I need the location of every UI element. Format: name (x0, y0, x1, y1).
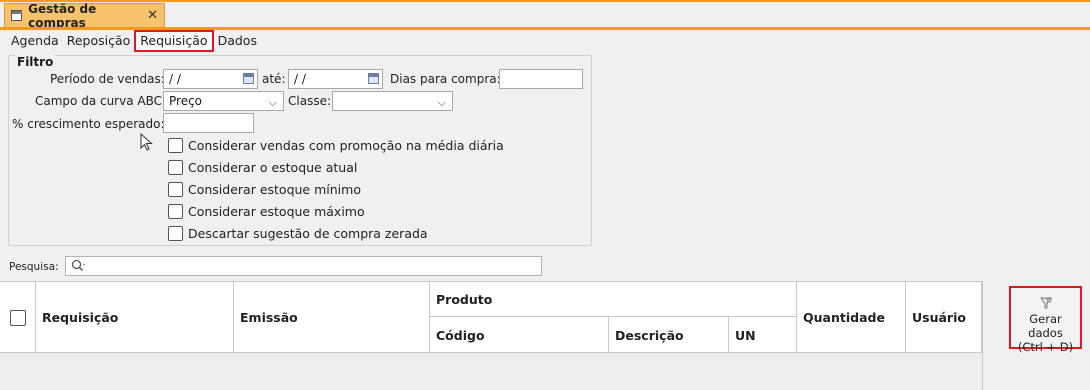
document-tab-title: Gestão de compras (28, 1, 97, 30)
checkbox-label: Considerar estoque mínimo (188, 182, 361, 197)
checkbox-promocao[interactable]: Considerar vendas com promoção na média … (168, 138, 504, 153)
mouse-cursor-icon (140, 133, 153, 151)
column-header-emissao[interactable]: Emissão (234, 282, 430, 353)
column-header-codigo[interactable]: Código (430, 317, 609, 353)
search-icon (71, 259, 87, 276)
checkbox-descartar-zerada[interactable]: Descartar sugestão de compra zerada (168, 226, 428, 241)
checkbox-box[interactable] (168, 204, 183, 219)
search-input[interactable] (65, 256, 542, 276)
checkbox-box[interactable] (168, 138, 183, 153)
requisition-grid: Requisição Emissão Produto Código Descri… (0, 281, 982, 390)
column-header-descricao[interactable]: Descrição (609, 317, 729, 353)
classe-select[interactable]: ⌵ (332, 91, 453, 111)
classe-label: Classe: (288, 94, 331, 108)
column-header-produto: Produto (430, 282, 797, 317)
gerar-dados-label: Gerar dados (1028, 312, 1063, 340)
crescimento-label: % crescimento esperado: (12, 117, 165, 131)
tab-dados[interactable]: Dados (214, 30, 261, 52)
tab-reposicao[interactable]: Reposição (63, 30, 135, 52)
select-all-checkbox[interactable] (9, 309, 26, 326)
generate-data-icon (1039, 296, 1053, 309)
curva-label: Campo da curva ABC: (35, 94, 167, 108)
checkbox-label: Considerar estoque máximo (188, 204, 365, 219)
column-header-usuario[interactable]: Usuário (906, 282, 982, 353)
calendar-icon[interactable] (243, 73, 254, 84)
gerar-dados-shortcut: (Ctrl + D) (1017, 340, 1074, 354)
crescimento-field[interactable] (163, 113, 254, 133)
gerar-dados-button[interactable]: Gerar dados (Ctrl + D) (1009, 286, 1082, 354)
curva-value: Preço (169, 94, 203, 108)
checkbox-estoque-atual[interactable]: Considerar o estoque atual (168, 160, 357, 175)
document-tab[interactable]: Gestão de compras ✕ (4, 1, 165, 30)
dias-label: Dias para compra: (390, 72, 501, 86)
select-all-cell (0, 282, 36, 353)
checkbox-label: Descartar sugestão de compra zerada (188, 226, 428, 241)
periodo-to-field[interactable]: / / (288, 69, 383, 89)
checkbox-label: Considerar o estoque atual (188, 160, 358, 175)
periodo-from-field[interactable]: / / (163, 69, 258, 89)
window-icon (11, 10, 23, 21)
window-accent-line (0, 0, 1090, 2)
column-header-quantidade[interactable]: Quantidade (797, 282, 906, 353)
periodo-label: Período de vendas: (50, 72, 165, 86)
grid-header: Requisição Emissão Produto Código Descri… (0, 282, 982, 353)
checkbox-label: Considerar vendas com promoção na média … (188, 138, 504, 153)
filter-title: Filtro (15, 55, 56, 69)
chevron-down-icon: ⌵ (268, 96, 277, 109)
search-label: Pesquisa: (9, 261, 59, 273)
checkbox-estoque-maximo[interactable]: Considerar estoque máximo (168, 204, 365, 219)
tab-requisicao[interactable]: Requisição (134, 30, 214, 52)
checkbox-box[interactable] (168, 226, 183, 241)
checkbox-box[interactable] (168, 182, 183, 197)
checkbox-estoque-minimo[interactable]: Considerar estoque mínimo (168, 182, 361, 197)
ate-label: até: (262, 72, 286, 86)
periodo-to-value: / / (294, 72, 306, 86)
dias-field[interactable] (499, 69, 583, 89)
calendar-icon[interactable] (368, 73, 379, 84)
column-header-un[interactable]: UN (729, 317, 797, 353)
tab-agenda[interactable]: Agenda (7, 30, 63, 52)
curva-select[interactable]: Preço ⌵ (163, 91, 284, 111)
close-icon[interactable]: ✕ (147, 8, 158, 23)
column-header-requisicao[interactable]: Requisição (36, 282, 234, 353)
periodo-from-value: / / (169, 72, 181, 86)
view-tabs: Agenda Reposição Requisição Dados (7, 30, 261, 52)
chevron-down-icon: ⌵ (437, 96, 446, 109)
checkbox-box[interactable] (168, 160, 183, 175)
